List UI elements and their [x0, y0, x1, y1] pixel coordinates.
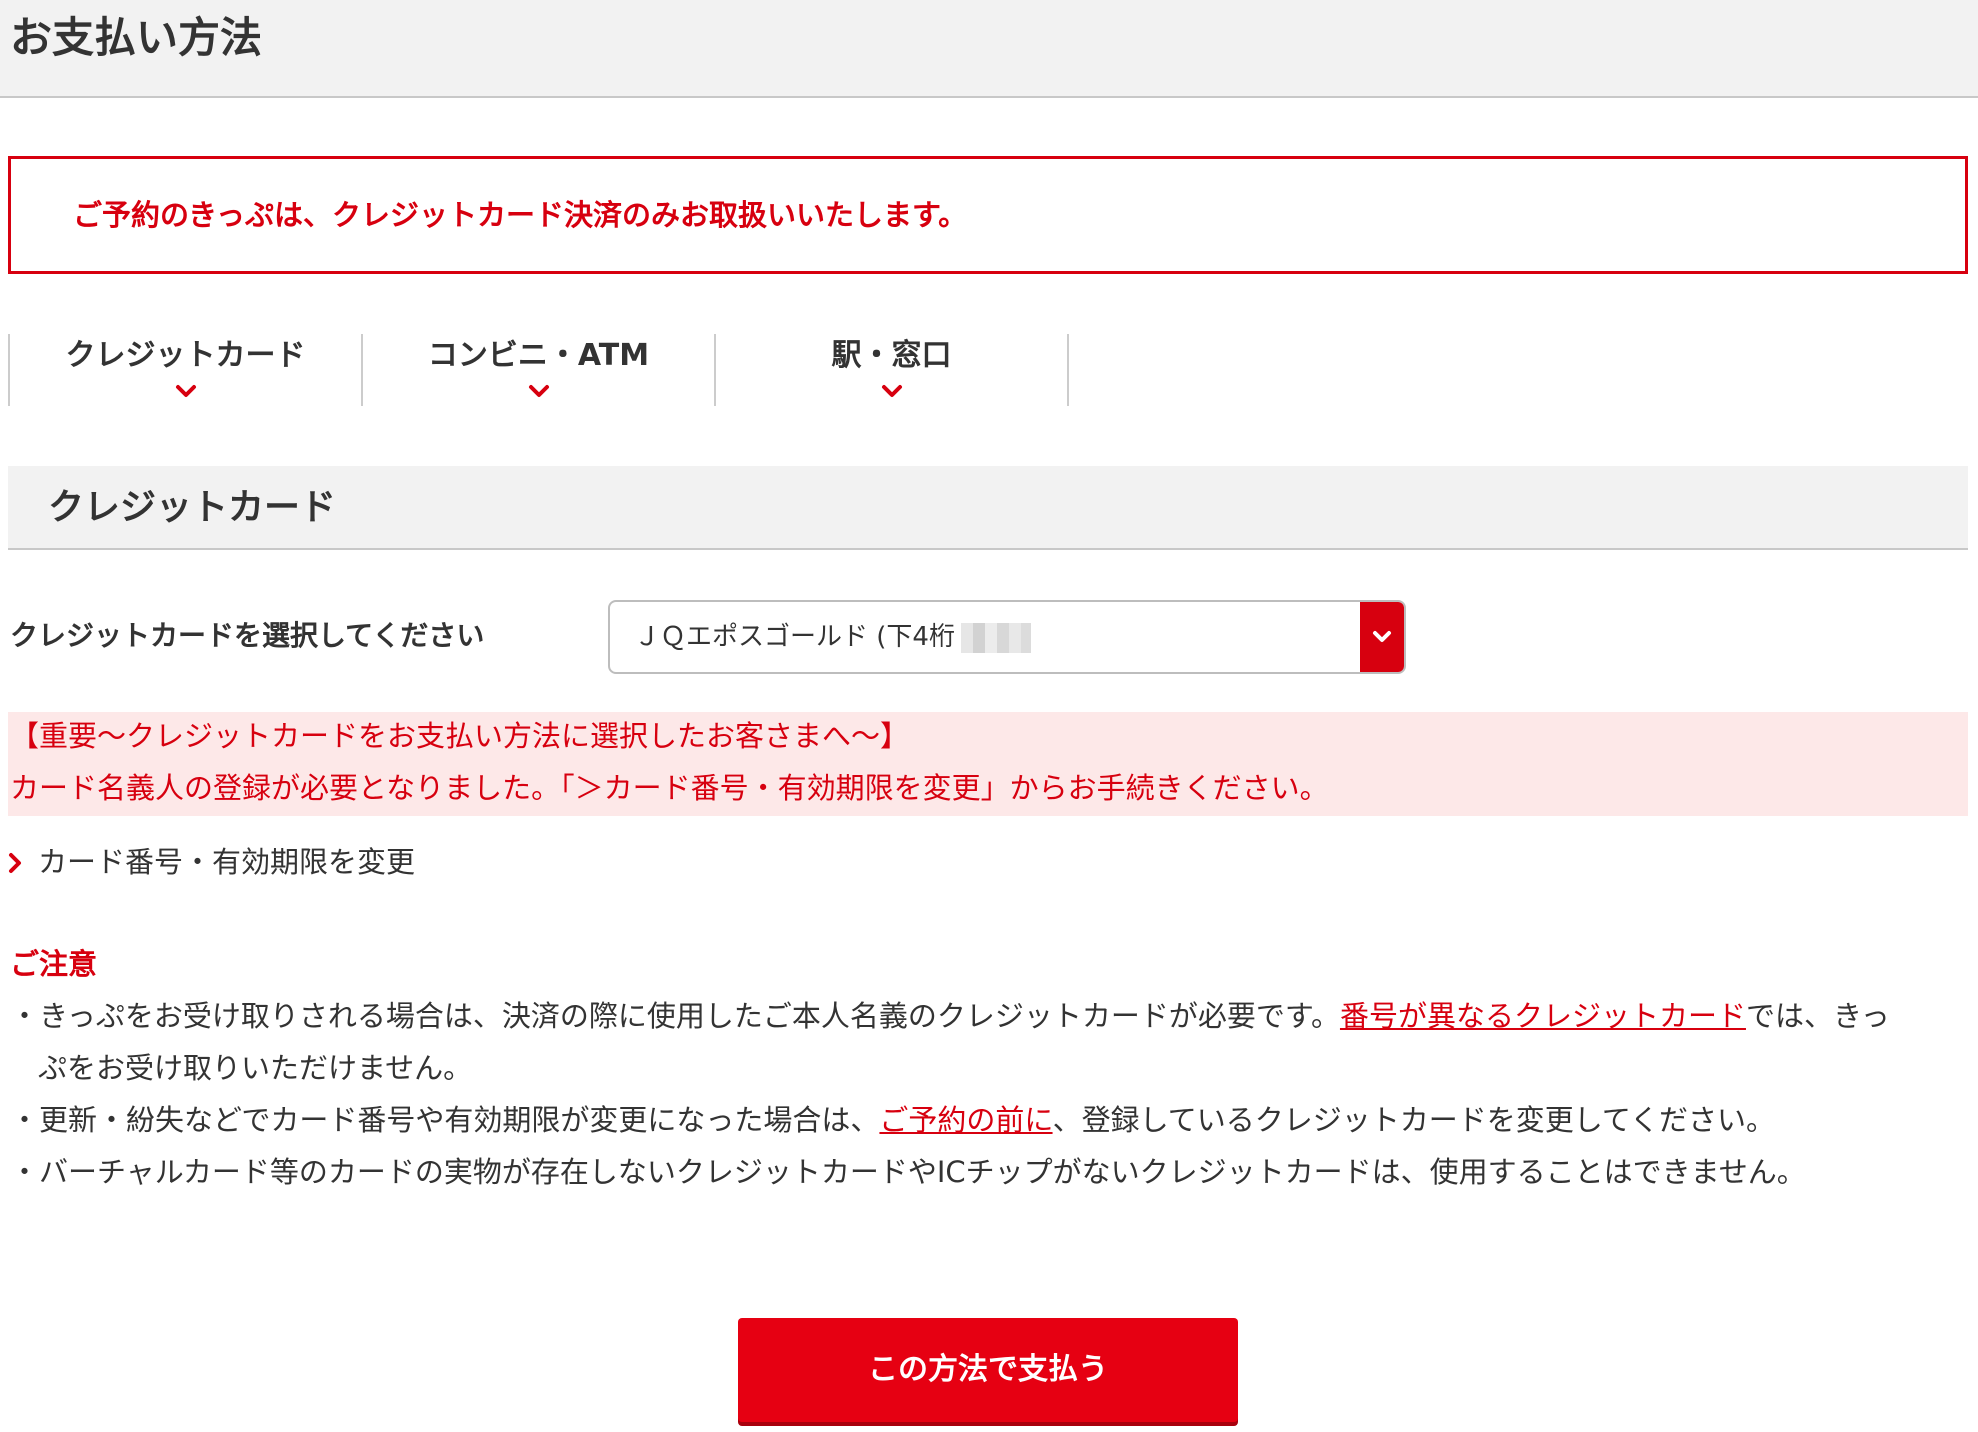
- caution-item-2-tail: 、登録しているクレジットカードを変更してください。: [1052, 1103, 1775, 1137]
- chevron-down-icon: [175, 385, 196, 397]
- chevron-down-icon: [1373, 631, 1391, 642]
- change-card-label: カード番号・有効期限を変更: [38, 845, 416, 879]
- chevron-down-icon: [881, 385, 902, 397]
- important-notice: 【重要～クレジットカードをお支払い方法に選択したお客さまへ～】 カード名義人の登…: [8, 712, 1968, 816]
- tab-station-counter[interactable]: 駅・窓口: [714, 334, 1069, 406]
- section-title: クレジットカード: [48, 487, 337, 528]
- caution-item-1-tail: では、きっ: [1745, 999, 1890, 1033]
- caution-item-1-continued: ぷをお受け取りいただけません。: [38, 1051, 473, 1085]
- selected-card-value: ＪＱエポスゴールド (下4桁: [634, 618, 1031, 656]
- caution-item-2: ・更新・紛失などでカード番号や有効期限が変更になった場合は、ご予約の前に、登録し…: [10, 1100, 1775, 1140]
- page-title: お支払い方法: [10, 13, 263, 62]
- credit-only-notice: ご予約のきっぷは、クレジットカード決済のみお取扱いいたします。: [8, 156, 1968, 274]
- caution-item-1: ・きっぷをお受け取りされる場合は、決済の際に使用したご本人名義のクレジットカード…: [10, 996, 1890, 1036]
- tab-label: 駅・窓口: [831, 338, 952, 373]
- important-text: カード名義人の登録が必要となりました。「＞カード番号・有効期限を変更」からお手続…: [10, 771, 1329, 805]
- card-select-label: クレジットカードを選択してください: [10, 619, 485, 652]
- caution-item-1-text: ・きっぷをお受け取りされる場合は、決済の際に使用したご本人名義のクレジットカード…: [10, 999, 1340, 1033]
- select-dropdown-button[interactable]: [1360, 602, 1404, 672]
- tab-label: クレジットカード: [65, 338, 306, 373]
- masked-card-digits: [960, 622, 1031, 653]
- caution-heading: ご注意: [10, 947, 98, 981]
- credit-card-select[interactable]: ＪＱエポスゴールド (下4桁: [608, 600, 1406, 674]
- before-reservation-link[interactable]: ご予約の前に: [879, 1103, 1052, 1137]
- selected-card-text: ＪＱエポスゴールド (下4桁: [634, 622, 955, 652]
- tab-label: コンビニ・ATM: [427, 338, 650, 373]
- important-heading: 【重要～クレジットカードをお支払い方法に選択したお客さまへ～】: [10, 719, 910, 753]
- caution-item-3: ・バーチャルカード等のカードの実物が存在しないクレジットカードやICチップがない…: [10, 1155, 1806, 1189]
- tab-convenience-atm[interactable]: コンビニ・ATM: [361, 334, 714, 406]
- page-header: お支払い方法: [0, 0, 1978, 98]
- credit-card-section-header: クレジットカード: [8, 466, 1968, 550]
- pay-with-this-method-button[interactable]: この方法で支払う: [738, 1318, 1238, 1422]
- chevron-right-icon: [9, 853, 21, 873]
- caution-item-2-text: ・更新・紛失などでカード番号や有効期限が変更になった場合は、: [10, 1103, 880, 1137]
- different-card-link[interactable]: 番号が異なるクレジットカード: [1340, 999, 1746, 1033]
- chevron-down-icon: [528, 385, 549, 397]
- pay-button-label: この方法で支払う: [868, 1352, 1108, 1387]
- notice-text: ご予約のきっぷは、クレジットカード決済のみお取扱いいたします。: [73, 198, 968, 232]
- payment-method-tabs: クレジットカード コンビニ・ATM 駅・窓口: [8, 334, 1069, 406]
- tab-credit-card[interactable]: クレジットカード: [8, 334, 361, 406]
